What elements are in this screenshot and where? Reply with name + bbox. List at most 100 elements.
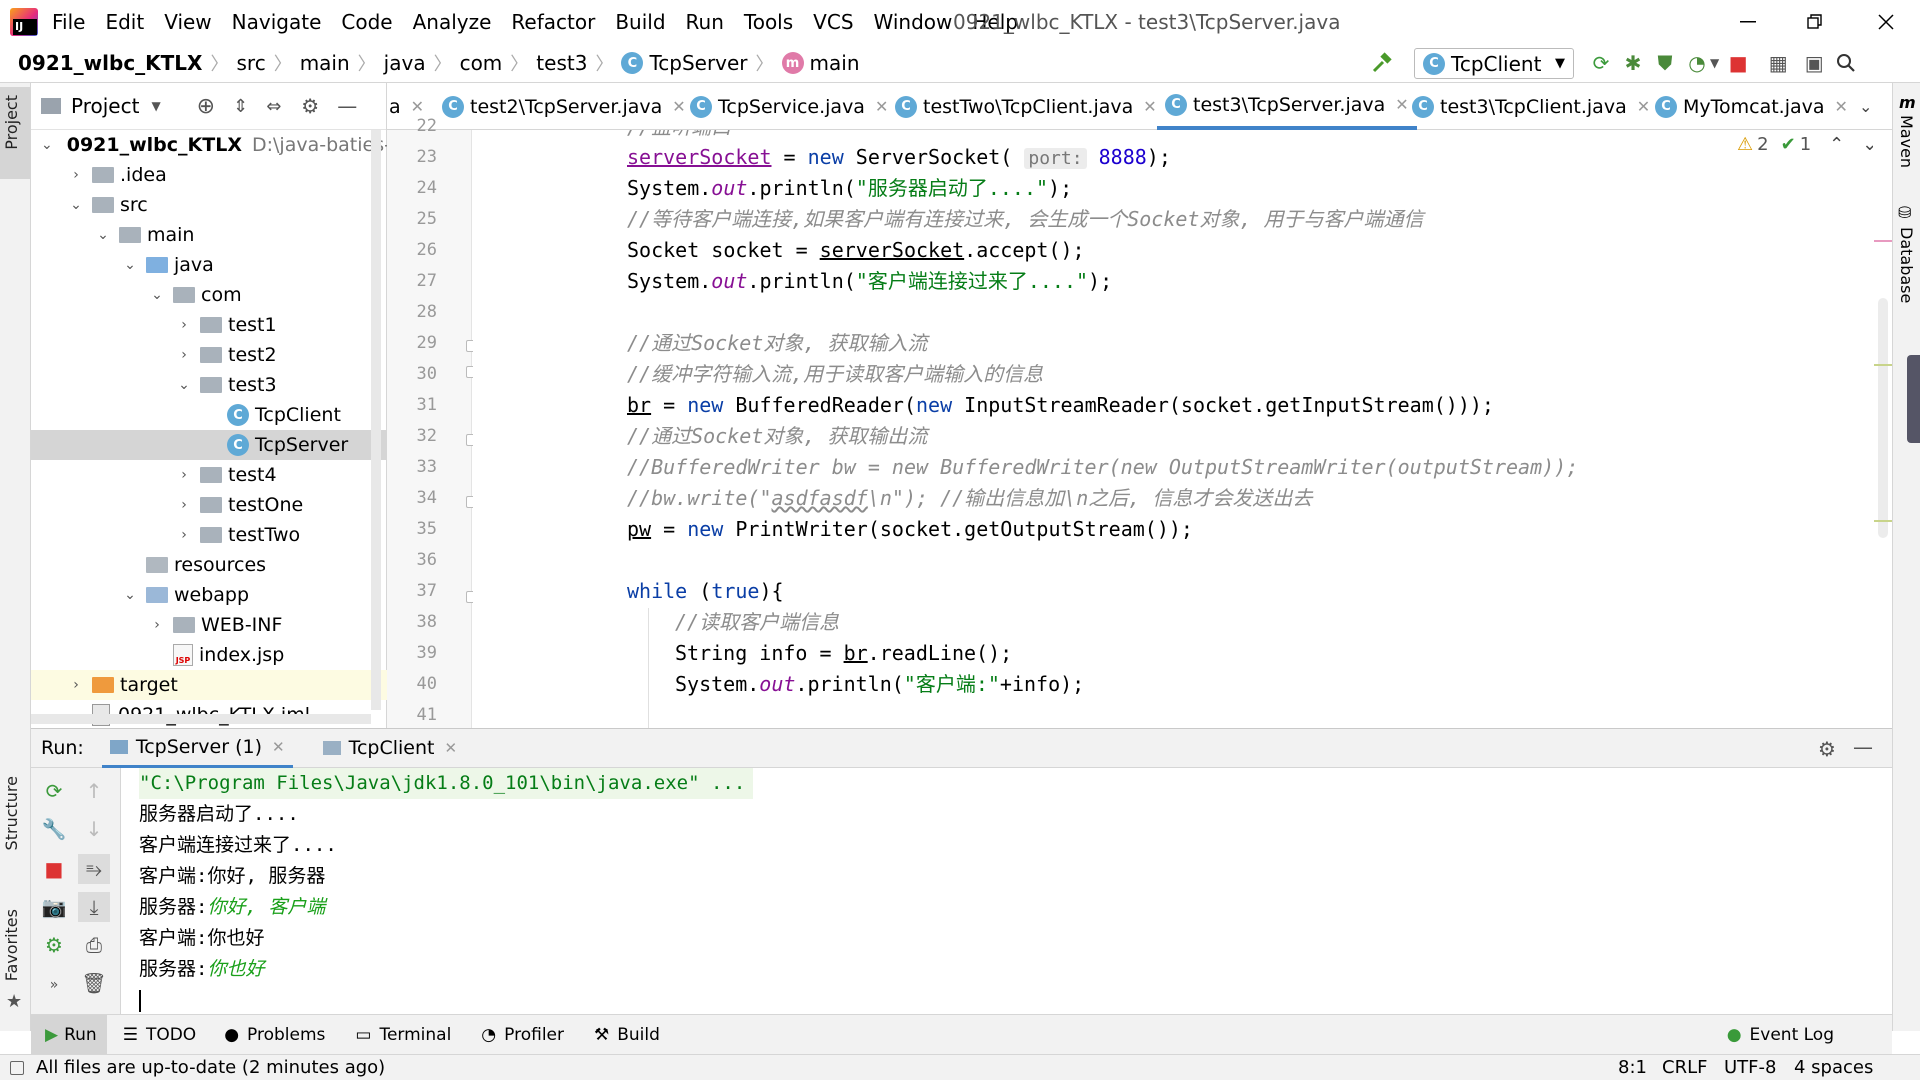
arrow-down-icon[interactable]: ↓ xyxy=(81,816,107,842)
run-console[interactable]: "C:\Program Files\Java\jdk1.8.0_101\bin\… xyxy=(121,768,1875,1014)
project-view-label[interactable]: Project xyxy=(71,94,139,118)
project-tree-item[interactable]: resources xyxy=(31,550,387,580)
restore-button[interactable] xyxy=(1795,8,1835,36)
layout-button[interactable]: ▣ xyxy=(1801,50,1827,76)
chevron-down-icon[interactable]: ⌄ xyxy=(95,227,111,243)
menu-edit[interactable]: Edit xyxy=(105,10,144,34)
soft-wrap-icon[interactable]: ⥱ xyxy=(78,854,110,884)
tool-tab-todo[interactable]: ☰ TODO xyxy=(123,1025,197,1045)
arrow-up-icon[interactable]: ↑ xyxy=(81,778,107,804)
gear-icon[interactable]: ⚙ xyxy=(301,94,319,118)
tool-tab-profiler[interactable]: ◔ Profiler xyxy=(481,1025,564,1045)
hide-panel-button[interactable]: — xyxy=(337,94,357,118)
tool-tab-problems[interactable]: ● Problems xyxy=(224,1025,325,1045)
line-separator[interactable]: CRLF xyxy=(1662,1057,1707,1078)
breadcrumb-src[interactable]: src xyxy=(236,51,265,75)
previous-highlight-button[interactable]: ⌃ xyxy=(1829,134,1844,155)
chevron-right-icon[interactable]: › xyxy=(149,617,165,633)
run-tab-tcpclient[interactable]: TcpClient ✕ xyxy=(315,728,465,768)
close-icon[interactable]: ✕ xyxy=(1835,97,1848,116)
next-highlight-button[interactable]: ⌄ xyxy=(1862,134,1873,155)
close-icon[interactable]: ✕ xyxy=(875,97,888,116)
rerun-icon[interactable]: ⟳ xyxy=(41,778,67,804)
menu-run[interactable]: Run xyxy=(686,10,724,34)
tool-tab-build[interactable]: ⚒ Build xyxy=(594,1025,660,1045)
project-tree-item[interactable]: C TcpClient xyxy=(31,400,387,430)
project-tree-item[interactable]: C TcpServer xyxy=(31,430,387,460)
close-icon[interactable]: ✕ xyxy=(1395,95,1408,114)
chevron-down-icon[interactable]: ▼ xyxy=(1710,56,1719,70)
code-editor[interactable]: //监听端口 serverSocket = new ServerSocket( … xyxy=(473,130,1873,728)
menu-view[interactable]: View xyxy=(164,10,211,34)
warning-stripe-marker[interactable] xyxy=(1874,520,1892,522)
breadcrumb-tcpserver[interactable]: TcpServer xyxy=(649,51,747,75)
warning-stripe-marker[interactable] xyxy=(1874,364,1892,366)
project-scrollbar[interactable] xyxy=(371,130,381,710)
chevron-right-icon[interactable]: › xyxy=(68,677,84,693)
tool-tab-run[interactable]: ▶ Run xyxy=(31,1014,107,1055)
project-tree-item[interactable]: › testOne xyxy=(31,490,387,520)
chevron-down-icon[interactable]: ⌄ xyxy=(41,137,53,153)
chevron-down-icon[interactable]: ⌄ xyxy=(122,587,138,603)
tab-test2-tcpserver[interactable]: Ctest2\TcpServer.java ✕ xyxy=(442,83,686,130)
chevron-down-icon[interactable]: ⌄ xyxy=(122,257,138,273)
project-tree-item[interactable]: › target xyxy=(31,670,387,700)
hide-panel-button[interactable]: — xyxy=(1853,735,1873,759)
project-tree-item[interactable]: › test2 xyxy=(31,340,387,370)
menu-window[interactable]: Window xyxy=(874,10,953,34)
inspection-widget[interactable]: ⚠ 2 ✔ 1 ⌃ ⌄ xyxy=(1737,134,1873,155)
locate-file-button[interactable]: ⊕ xyxy=(197,94,215,119)
project-tree-item[interactable]: › .idea xyxy=(31,160,387,190)
chevron-right-icon[interactable]: › xyxy=(176,527,192,543)
project-tree-item[interactable]: ⌄ main xyxy=(31,220,387,250)
gear-run-icon[interactable]: ⚙ xyxy=(41,932,67,958)
gear-icon[interactable]: ⚙ xyxy=(1818,737,1836,761)
more-icon[interactable]: » xyxy=(41,972,67,998)
search-everywhere-button[interactable] xyxy=(1833,50,1859,76)
tool-tab-terminal[interactable]: ▭ Terminal xyxy=(355,1025,451,1045)
close-window-button[interactable] xyxy=(1866,8,1906,36)
rerun-button[interactable]: ⟳ xyxy=(1588,50,1614,76)
toggle-tool-windows-icon[interactable] xyxy=(10,1060,24,1075)
tab-mytomcat[interactable]: C MyTomcat.java ✕ xyxy=(1655,83,1848,130)
close-icon[interactable]: ✕ xyxy=(672,97,685,116)
build-hammer-button[interactable] xyxy=(1368,49,1396,77)
menu-vcs[interactable]: VCS xyxy=(813,10,853,34)
project-tree-item[interactable]: › WEB-INF xyxy=(31,610,387,640)
stop-button[interactable]: ■ xyxy=(1725,50,1751,76)
chevron-right-icon[interactable]: › xyxy=(176,347,192,363)
project-horizontal-scrollbar[interactable] xyxy=(31,714,371,724)
debug-button[interactable]: ✱ xyxy=(1620,50,1646,76)
chevron-down-icon[interactable]: ⌄ xyxy=(149,287,165,303)
project-tool-tab[interactable]: Project xyxy=(0,87,30,179)
chevron-right-icon[interactable]: › xyxy=(176,467,192,483)
chevron-right-icon[interactable]: › xyxy=(68,167,84,183)
menu-build[interactable]: Build xyxy=(615,10,665,34)
stop-icon[interactable]: ■ xyxy=(41,856,67,882)
project-tree-item[interactable]: JSP index.jsp xyxy=(31,640,387,670)
chevron-right-icon[interactable]: › xyxy=(176,497,192,513)
run-tab-tcpserver[interactable]: TcpServer (1) ✕ xyxy=(101,728,293,768)
caret-position[interactable]: 8:1 xyxy=(1618,1057,1647,1078)
close-icon[interactable]: ✕ xyxy=(444,739,457,757)
tab-test3-tcpclient[interactable]: Ctest3\TcpClient.java ✕ xyxy=(1412,83,1650,130)
menu-refactor[interactable]: Refactor xyxy=(511,10,595,34)
project-tree-item[interactable]: ⌄ com xyxy=(31,280,387,310)
breadcrumb-main[interactable]: main xyxy=(300,51,350,75)
tab-testtwo-tcpclient[interactable]: CtestTwo\TcpClient.java ✕ xyxy=(895,83,1157,130)
menu-code[interactable]: Code xyxy=(341,10,392,34)
project-tree-item[interactable]: ⌄ test3 xyxy=(31,370,387,400)
breadcrumb-project[interactable]: 0921_wlbc_KTLX xyxy=(18,51,202,75)
chevron-right-icon[interactable]: › xyxy=(176,317,192,333)
menu-navigate[interactable]: Navigate xyxy=(232,10,322,34)
breadcrumb-com[interactable]: com xyxy=(460,51,503,75)
breadcrumb-test3[interactable]: test3 xyxy=(536,51,587,75)
project-tree-item[interactable]: › test4 xyxy=(31,460,387,490)
profile-button[interactable]: ◔ xyxy=(1684,50,1710,76)
chevron-down-icon[interactable]: ⌄ xyxy=(68,197,84,213)
scrollbar-thumb[interactable] xyxy=(1878,298,1888,538)
close-icon[interactable]: ✕ xyxy=(1637,97,1650,116)
tool-tab-event-log[interactable]: ● Event Log xyxy=(1727,1025,1834,1045)
collapse-all-button[interactable]: ⇔ xyxy=(266,96,281,117)
favorites-tool-tab[interactable]: Favorites ★ xyxy=(0,903,30,1013)
